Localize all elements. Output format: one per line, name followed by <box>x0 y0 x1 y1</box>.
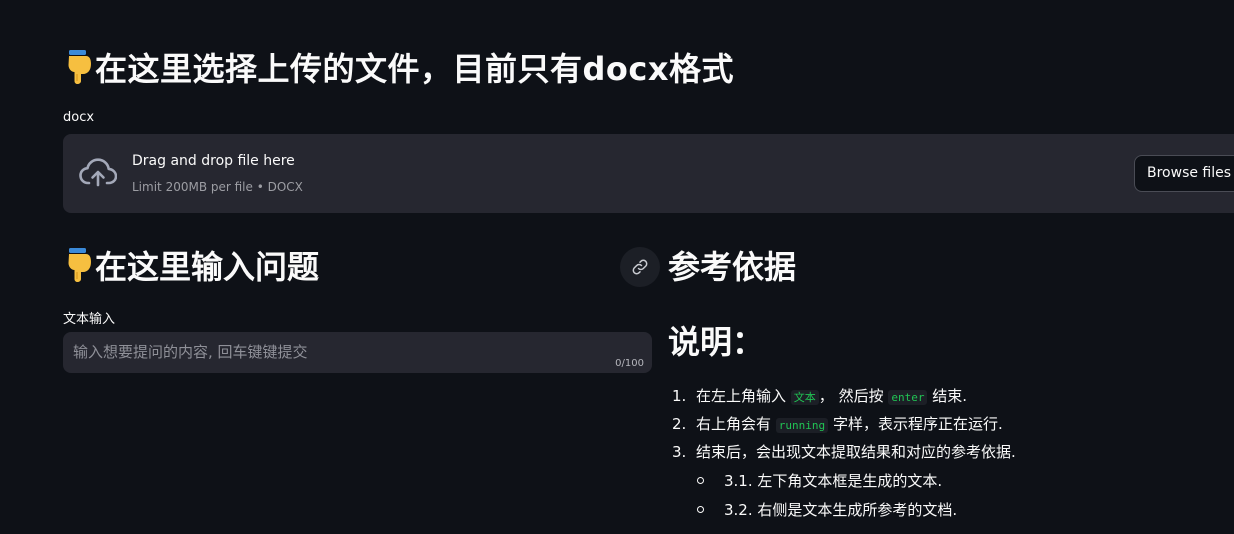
link-icon <box>632 259 648 275</box>
cloud-upload-icon <box>79 158 118 192</box>
file-dropzone[interactable]: Drag and drop file here Limit 200MB per … <box>63 134 1234 213</box>
upload-heading: 在这里选择上传的文件，目前只有docx格式 <box>63 46 734 96</box>
browse-files-button[interactable]: Browse files <box>1134 155 1234 192</box>
instruction-item-2: 2. 右上角会有 running 字样，表示程序正在运行. <box>672 414 1003 436</box>
instruction-text: 字样，表示程序正在运行. <box>832 415 1003 433</box>
inline-code: enter <box>888 390 928 405</box>
list-number: 3. <box>672 443 687 461</box>
instruction-text: 结束. <box>932 387 968 405</box>
inline-code: 文本 <box>790 390 819 405</box>
instruction-text: 结束后，会出现文本提取结果和对应的参考依据. <box>696 443 1016 461</box>
subitem-text: 3.1. 左下角文本框是生成的文本. <box>724 472 943 490</box>
instruction-text: 在左上角输入 <box>696 387 787 405</box>
question-heading-text: 在这里输入问题 <box>95 248 320 286</box>
circle-bullet-icon <box>697 477 704 484</box>
question-input[interactable]: 输入想要提问的内容, 回车键键提交 0/100 <box>63 332 652 373</box>
circle-bullet-icon <box>697 506 704 513</box>
app-page: 在这里选择上传的文件，目前只有docx格式 docx Drag and drop… <box>0 0 1234 534</box>
instruction-item-1: 1. 在左上角输入 文本， 然后按 enter 结束. <box>672 386 967 408</box>
instruction-subitem-1: 3.1. 左下角文本框是生成的文本. <box>697 471 942 491</box>
question-input-placeholder: 输入想要提问的内容, 回车键键提交 <box>73 343 308 361</box>
pointing-down-icon <box>63 50 93 96</box>
upload-heading-text: 在这里选择上传的文件，目前只有docx格式 <box>95 50 735 88</box>
pointing-down-icon <box>63 248 93 293</box>
dropzone-limit: Limit 200MB per file • DOCX <box>132 180 303 194</box>
instruction-text: ， 然后按 <box>818 387 884 405</box>
reference-heading: 参考依据 <box>668 248 797 286</box>
anchor-link-button[interactable] <box>620 247 660 287</box>
char-count: 0/100 <box>615 358 644 369</box>
text-input-label: 文本输入 <box>63 312 116 327</box>
list-number: 2. <box>672 415 687 433</box>
inline-code: running <box>775 418 829 433</box>
subitem-text: 3.2. 右侧是文本生成所参考的文档. <box>724 501 958 519</box>
instruction-text: 右上角会有 <box>696 415 772 433</box>
dropzone-title: Drag and drop file here <box>132 153 295 169</box>
instructions-heading: 说明： <box>668 323 765 361</box>
question-heading: 在这里输入问题 <box>63 245 319 293</box>
instruction-item-3: 3. 结束后，会出现文本提取结果和对应的参考依据. <box>672 442 1016 462</box>
upload-label: docx <box>63 110 95 125</box>
list-number: 1. <box>672 387 687 405</box>
instruction-subitem-2: 3.2. 右侧是文本生成所参考的文档. <box>697 500 957 520</box>
